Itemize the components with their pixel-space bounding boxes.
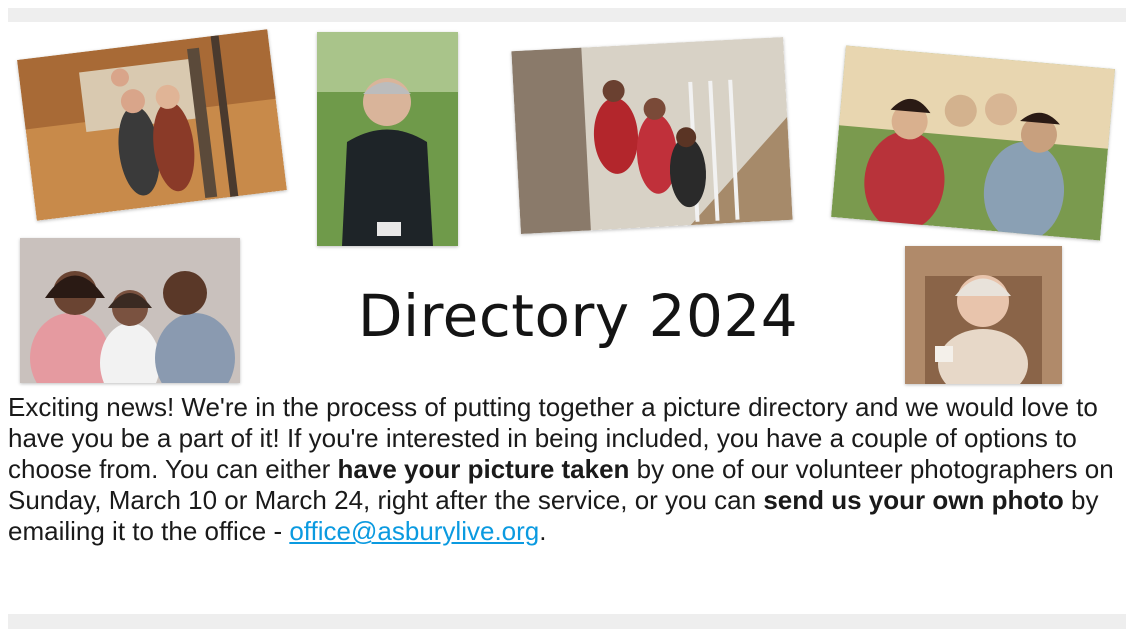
- family-staircase-photo: [511, 37, 793, 234]
- office-email-link[interactable]: office@asburylive.org: [289, 516, 539, 546]
- family-selfie-photo: [20, 238, 240, 383]
- bottom-divider: [8, 614, 1126, 629]
- top-divider: [8, 8, 1126, 22]
- period-text: .: [539, 516, 547, 546]
- pastor-portrait-photo: [317, 32, 458, 246]
- have-picture-taken-emphasis: have your picture taken: [337, 454, 630, 484]
- directory-banner: Directory 2024: [8, 22, 1126, 384]
- elderly-woman-photo: [905, 246, 1062, 384]
- family-outdoors-photo: [831, 45, 1115, 241]
- family-autumn-photo: [17, 29, 287, 221]
- directory-headline: Directory 2024: [357, 282, 799, 350]
- send-own-photo-emphasis: send us your own photo: [763, 485, 1064, 515]
- directory-announcement: Exciting news! We're in the process of p…: [8, 392, 1120, 547]
